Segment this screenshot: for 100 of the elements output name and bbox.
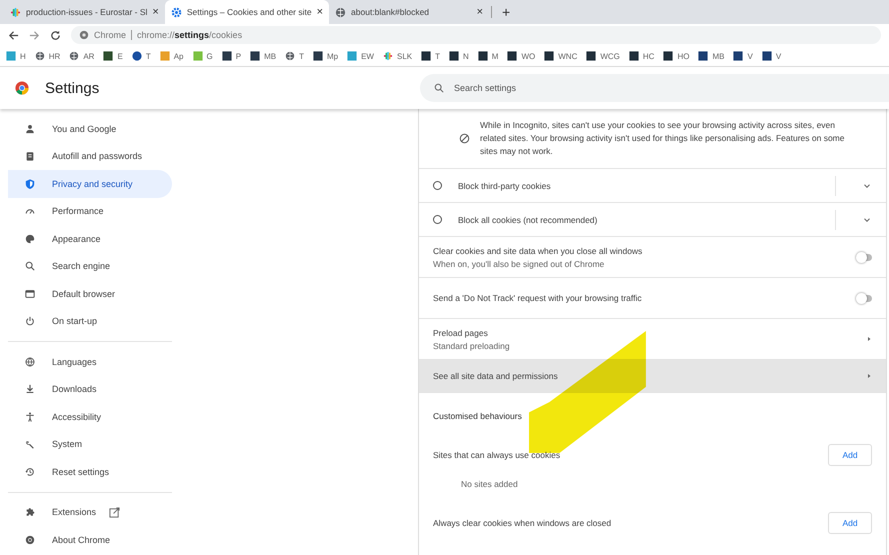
- bookmark-link[interactable]: M: [492, 52, 498, 60]
- bookmark-link[interactable]: Ap: [174, 52, 184, 60]
- bookmark-link[interactable]: T: [299, 52, 304, 60]
- sidebar-item[interactable]: Reset settings: [8, 458, 172, 486]
- sidebar-label: Reset settings: [52, 466, 110, 477]
- sidebar-item[interactable]: Performance: [8, 198, 172, 225]
- sidebar-item[interactable]: On start-up: [8, 308, 172, 335]
- bookmark-link[interactable]: AR: [83, 52, 94, 60]
- bookmark-link[interactable]: HC: [642, 52, 654, 60]
- globe-icon: [34, 51, 45, 61]
- bookmark-link[interactable]: MB: [264, 52, 276, 60]
- browser-icon: [25, 288, 35, 299]
- blocked-icon: [459, 133, 470, 144]
- sidebar-item[interactable]: Accessibility: [8, 403, 172, 430]
- sidebar-label: Appearance: [52, 234, 101, 244]
- sidebar-item[interactable]: You and Google: [8, 115, 172, 142]
- forward-icon[interactable]: [29, 30, 40, 40]
- option-label: Block third-party cookies: [458, 180, 552, 190]
- setting-description: When on, you'll also be signed out of Chrome: [433, 258, 606, 268]
- close-button[interactable]: ×: [316, 6, 324, 18]
- browser-tab[interactable]: about:blank#blocked ×: [329, 0, 490, 24]
- sidebar-label: About Chrome: [52, 534, 110, 545]
- sidebar-item[interactable]: Extensions: [8, 498, 172, 526]
- sidebar-label: Performance: [52, 206, 104, 216]
- search-icon: [25, 261, 35, 272]
- slack-icon: [10, 6, 21, 18]
- clipboard-icon: [25, 151, 35, 162]
- bookmark-link[interactable]: N: [463, 52, 469, 60]
- toggle-switch[interactable]: [858, 254, 872, 260]
- radio-button[interactable]: [433, 181, 442, 190]
- bookmark-link[interactable]: HO: [677, 52, 690, 60]
- sidebar-label: Downloads: [52, 384, 97, 394]
- bookmark-link[interactable]: Mp: [326, 52, 338, 60]
- sidebar-label: On start-up: [52, 316, 98, 326]
- url-text: chrome://settings/cookies: [137, 30, 242, 40]
- download-icon: [25, 384, 35, 394]
- bookmark-link[interactable]: SLK: [396, 52, 412, 60]
- bookmark-link[interactable]: P: [236, 52, 242, 60]
- search-field[interactable]: Search settings: [420, 74, 889, 102]
- setting-label: Sites that can always use cookies: [433, 450, 560, 460]
- bookmark-link[interactable]: EW: [361, 52, 374, 60]
- sidebar-label: You and Google: [52, 124, 116, 134]
- setting-label: Clear cookies and site data when you close all windows: [433, 246, 642, 256]
- sidebar-label: Accessibility: [52, 412, 102, 422]
- sidebar-label: Languages: [52, 356, 97, 367]
- close-button[interactable]: ×: [152, 6, 159, 18]
- bookmark-link[interactable]: H: [20, 52, 26, 60]
- power-icon: [25, 316, 35, 326]
- gear-icon: [170, 6, 182, 18]
- toggle-switch[interactable]: [858, 294, 872, 302]
- puzzle-icon: [25, 507, 35, 518]
- sidebar-label: Autofill and passwords: [52, 151, 142, 162]
- sidebar-item[interactable]: Languages: [8, 348, 172, 376]
- sidebar-item[interactable]: About Chrome: [8, 526, 172, 554]
- description-text: While in Incognito, sites can't use your cookies to see your browsing activity across sites, even related sites. Your browsing activity isn't used for things like personalising ads. Features on some sites may not work.: [480, 119, 846, 158]
- sidebar-item[interactable]: System: [8, 430, 172, 458]
- bookmark-link[interactable]: WO: [521, 52, 536, 60]
- sidebar-item[interactable]: Appearance: [8, 225, 172, 252]
- bookmark-link[interactable]: V: [747, 52, 753, 60]
- close-button[interactable]: ×: [476, 6, 484, 18]
- browser-tab[interactable]: Settings – Cookies and other site ×: [164, 0, 330, 24]
- search-input[interactable]: Search settings: [452, 82, 889, 94]
- radio-button[interactable]: [433, 215, 442, 224]
- bookmark-link[interactable]: WCG: [600, 52, 620, 60]
- page-title: Settings: [45, 80, 100, 96]
- history-icon: [25, 466, 35, 477]
- globe-icon: [285, 51, 296, 61]
- setting-label: Always clear cookies when windows are closed: [433, 518, 612, 528]
- sidebar-item[interactable]: Default browser: [8, 280, 172, 308]
- bookmark-link[interactable]: T: [435, 52, 440, 60]
- chrome-logo-icon: [15, 81, 29, 95]
- address-bar[interactable]: Chrome chrome://settings/cookies: [71, 26, 881, 44]
- bookmark-link[interactable]: G: [206, 52, 213, 60]
- sidebar-item[interactable]: Autofill and passwords: [8, 142, 172, 170]
- new-tab-button[interactable]: +: [491, 6, 510, 18]
- site-label: Chrome: [94, 30, 126, 40]
- reload-icon[interactable]: [50, 30, 61, 40]
- arrow-right-icon: [866, 373, 872, 379]
- bookmark-link[interactable]: HR: [48, 52, 60, 60]
- section-heading: Customised behaviours: [433, 411, 522, 421]
- person-icon: [25, 124, 35, 134]
- browser-tab[interactable]: production-issues - Eurostar - Sl ×: [4, 0, 165, 24]
- external-link-icon: [109, 506, 120, 518]
- bookmark-link[interactable]: WNC: [558, 52, 578, 60]
- sidebar-label: Privacy and security: [52, 178, 133, 189]
- add-button[interactable]: Add: [828, 444, 872, 466]
- back-icon[interactable]: [8, 30, 19, 40]
- add-button[interactable]: Add: [828, 512, 872, 534]
- sidebar-item[interactable]: Downloads: [8, 376, 172, 403]
- setting-label: Send a 'Do Not Track' request with your browsing traffic: [433, 293, 642, 303]
- bookmark-link[interactable]: E: [117, 52, 123, 60]
- bookmark-link[interactable]: V: [776, 52, 782, 60]
- search-icon: [434, 83, 444, 93]
- globe-icon: [25, 356, 35, 367]
- palette-icon: [25, 234, 35, 244]
- bookmark-link[interactable]: T: [146, 52, 151, 60]
- bookmark-link[interactable]: MB: [712, 52, 724, 60]
- sidebar-item[interactable]: Privacy and security: [8, 170, 172, 198]
- sidebar-item[interactable]: Search engine: [8, 252, 172, 280]
- empty-message: No sites added: [461, 479, 518, 489]
